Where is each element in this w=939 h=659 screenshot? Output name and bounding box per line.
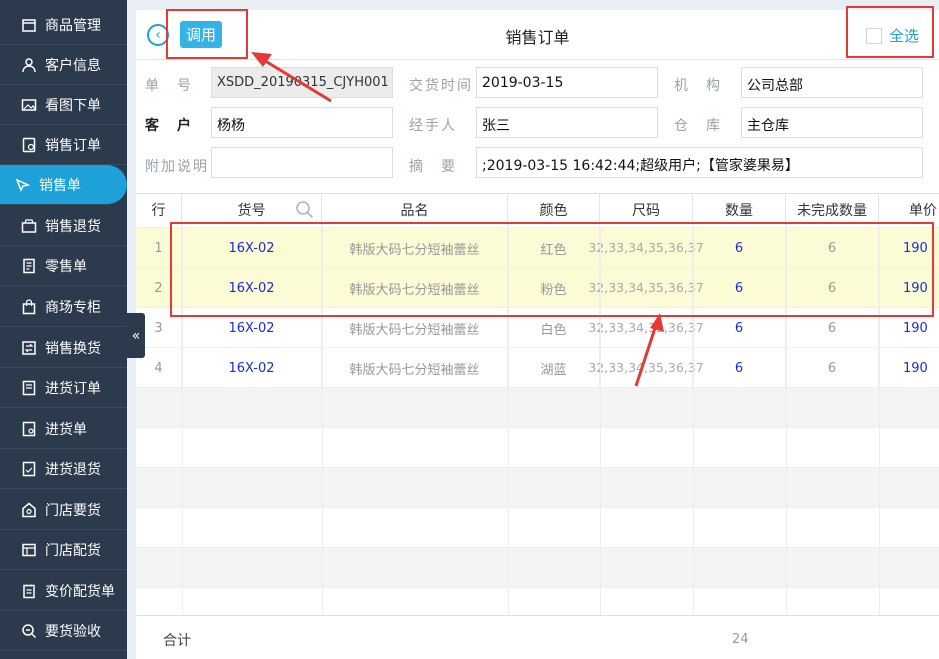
item-name: 韩版大码七分短袖蕾丝 <box>322 348 508 388</box>
delivery-time-field[interactable]: 2019-03-15 <box>476 67 658 98</box>
sidebar-item-label: 销售单 <box>39 177 81 194</box>
sidebar-item-store-distribute[interactable]: 门店配货 <box>0 530 127 570</box>
box-icon <box>20 16 38 34</box>
item-undone: 6 <box>786 348 879 388</box>
sidebar-item-label: 进货订单 <box>45 380 101 397</box>
sidebar-item-label: 进货退货 <box>45 461 101 478</box>
sidebar-item-purchase[interactable]: 进货单 <box>0 409 127 449</box>
store-distribute-icon <box>20 541 38 559</box>
sidebar-item-label: 销售换货 <box>45 340 101 357</box>
empty-row <box>136 387 939 427</box>
sidebar-item-label: 门店要货 <box>45 502 101 519</box>
search-icon[interactable] <box>295 200 315 224</box>
empty-row <box>136 587 939 615</box>
sidebar-item-purchase-order[interactable]: 进货订单 <box>0 368 127 408</box>
purchase-return-icon <box>20 460 38 478</box>
warehouse-label: 仓 库 <box>674 118 722 134</box>
handler-label: 经手人 <box>409 118 457 134</box>
sidebar-item-label: 客户信息 <box>45 57 101 74</box>
price-change-icon <box>20 582 38 600</box>
delivery-time-label: 交货时间 <box>409 78 473 94</box>
item-code: 16X-02 <box>182 348 322 388</box>
total-bar: 合计 24 <box>136 615 939 659</box>
sidebar-item-label: 销售退货 <box>45 218 101 235</box>
total-qty: 24 <box>732 632 749 647</box>
sidebar-item-product-management[interactable]: 商品管理 <box>0 5 127 45</box>
collapse-sidebar-button[interactable]: « <box>127 313 145 358</box>
sidebar-item-retail[interactable]: 零售单 <box>0 246 127 286</box>
customer-field[interactable]: 杨杨 <box>211 107 393 138</box>
annotation-box-call <box>166 9 248 59</box>
person-icon <box>20 56 38 74</box>
org-field[interactable]: 公司总部 <box>741 67 923 98</box>
purchase-order-icon <box>20 379 38 397</box>
sidebar-item-price-change[interactable]: 变价配货单 <box>0 571 127 611</box>
inspect-icon <box>20 622 38 640</box>
empty-row <box>136 547 939 587</box>
sidebar-item-sales-slip[interactable]: 销售单 <box>0 165 127 205</box>
return-icon <box>20 217 38 235</box>
item-size: 32,33,34,35,36,37 <box>588 348 704 388</box>
main-panel: ‹ 调用 销售订单 全选 单 号 XSDD_20190315_CJYH001 交… <box>136 10 939 659</box>
header-code-label: 货号 <box>237 203 266 219</box>
sidebar-item-label: 零售单 <box>45 258 87 275</box>
summary-field[interactable]: ;2019-03-15 16:42:44;超级用户;【管家婆果易】 <box>476 147 923 178</box>
note-label: 附加说明 <box>145 159 209 175</box>
image-icon <box>20 96 38 114</box>
order-no-label: 单 号 <box>145 78 193 94</box>
item-price: 190 <box>879 348 939 388</box>
purchase-icon <box>20 420 38 438</box>
order-icon <box>20 136 38 154</box>
empty-row <box>136 427 939 467</box>
store-request-icon <box>20 501 38 519</box>
item-color: 湖蓝 <box>508 348 600 388</box>
sidebar-item-sales-exchange[interactable]: 销售换货 <box>0 328 127 368</box>
sidebar-item-label: 销售订单 <box>45 137 101 154</box>
bag-icon <box>20 298 38 316</box>
table-row[interactable]: 4 16X-02 韩版大码七分短袖蕾丝 湖蓝 32,33,34,35,36,37… <box>136 347 939 388</box>
sidebar-item-label: 进货单 <box>45 421 87 438</box>
sidebar-item-label: 变价配货单 <box>45 583 115 600</box>
sidebar-item-label: 商场专柜 <box>45 299 101 316</box>
item-qty: 6 <box>693 348 786 388</box>
org-label: 机 构 <box>674 78 722 94</box>
sidebar-item-label: 门店配货 <box>45 542 101 559</box>
sidebar-item-inspect[interactable]: 要货验收 <box>0 611 127 651</box>
warehouse-field[interactable]: 主仓库 <box>741 107 923 138</box>
sidebar-item-label: 商品管理 <box>45 17 101 34</box>
sidebar-item-sales-order[interactable]: 销售订单 <box>0 125 127 165</box>
sidebar-item-label: 要货验收 <box>45 623 101 640</box>
empty-row <box>136 507 939 547</box>
sidebar-item-label: 看图下单 <box>45 97 101 114</box>
sidebar-item-sales-return[interactable]: 销售退货 <box>0 206 127 246</box>
customer-label: 客 户 <box>145 118 193 134</box>
total-label: 合计 <box>163 633 191 649</box>
empty-row <box>136 467 939 507</box>
double-chevron-left-icon: « <box>131 327 141 344</box>
receipt-icon <box>20 257 38 275</box>
sidebar-item-mall-counter[interactable]: 商场专柜 <box>0 287 127 327</box>
sidebar-item-purchase-return[interactable]: 进货退货 <box>0 449 127 489</box>
order-no-field: XSDD_20190315_CJYH001 <box>211 67 393 98</box>
annotation-box-select-all <box>846 6 934 58</box>
sidebar-item-store-request[interactable]: 门店要货 <box>0 490 127 530</box>
note-field[interactable] <box>211 147 393 178</box>
sale-icon <box>14 176 32 194</box>
sidebar-item-image-order[interactable]: 看图下单 <box>0 85 127 125</box>
exchange-icon <box>20 339 38 357</box>
page-title: 销售订单 <box>505 28 570 47</box>
handler-field[interactable]: 张三 <box>476 107 658 138</box>
annotation-box-rows <box>170 222 934 317</box>
header-bar: ‹ 调用 销售订单 全选 <box>136 10 939 60</box>
summary-label: 摘 要 <box>409 159 457 175</box>
sidebar: 商品管理 客户信息 看图下单 销售订单 销售单 销售退货 零售单 商场专柜 销售… <box>0 0 127 659</box>
sidebar-item-customer-info[interactable]: 客户信息 <box>0 45 127 85</box>
